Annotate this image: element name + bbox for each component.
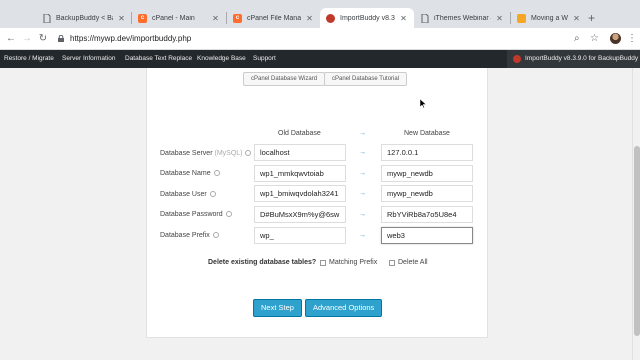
tab-title: iThemes Webinar – Ju [434, 14, 491, 22]
cpanel-database-tutorial-button[interactable]: cPanel Database Tutorial [324, 72, 408, 86]
info-icon[interactable] [212, 232, 219, 238]
lock-icon [58, 35, 64, 42]
importbuddy-logo-icon [513, 55, 521, 63]
importbuddy-icon [326, 13, 335, 23]
tab-moving-website[interactable]: Moving a Website wi ✕ [511, 8, 587, 28]
delete-all-label[interactable]: Delete All [398, 259, 428, 266]
arrow-icon: → [359, 149, 366, 156]
star-icon[interactable]: ☆ [590, 33, 599, 45]
label-database-name: Database Name [160, 170, 220, 177]
new-database-name-input[interactable]: mywp_newdb [381, 165, 473, 182]
new-database-prefix-input[interactable]: web3 [381, 227, 473, 244]
delete-all-checkbox[interactable] [389, 260, 395, 266]
arrow-icon: → [359, 170, 366, 177]
zoom-icon[interactable]: ⌕ [574, 33, 580, 45]
importbuddy-menubar: Restore / Migrate Server Information Dat… [0, 50, 640, 68]
cpanel-icon: c [233, 13, 242, 23]
label-database-user: Database User [160, 191, 216, 198]
arrow-icon: → [359, 130, 366, 137]
brand-label: ImportBuddy v8.3.9.0 for BackupBuddy [525, 55, 639, 62]
scrollbar-thumb[interactable] [634, 146, 640, 336]
page-icon [420, 13, 429, 23]
cpanel-database-wizard-button[interactable]: cPanel Database Wizard [243, 72, 326, 86]
info-icon[interactable] [213, 170, 220, 176]
tab-importbuddy[interactable]: ImportBuddy v8.3.9 ✕ [320, 8, 414, 28]
page-icon [42, 13, 51, 23]
next-step-button[interactable]: Next Step [253, 299, 302, 317]
label-database-server: Database Server (MySQL) [160, 150, 252, 157]
close-icon[interactable]: ✕ [117, 14, 126, 23]
old-database-server-field[interactable]: localhost [254, 144, 346, 161]
back-icon[interactable]: ← [5, 33, 17, 45]
database-settings-panel: cPanel Database Wizard cPanel Database T… [146, 68, 488, 338]
menu-support[interactable]: Support [253, 50, 276, 68]
arrow-icon: → [359, 211, 366, 218]
menu-server-information[interactable]: Server Information [62, 50, 115, 68]
importbuddy-brand: ImportBuddy v8.3.9.0 for BackupBuddy [507, 50, 640, 68]
new-database-header: New Database [404, 130, 450, 137]
arrow-icon: → [359, 190, 366, 197]
browser-toolbar: ← → ↻ https://mywp.dev/importbuddy.php ⌕… [0, 28, 640, 50]
advanced-options-button[interactable]: Advanced Options [305, 299, 383, 317]
old-database-header: Old Database [278, 130, 321, 137]
tab-cpanel-main[interactable]: c cPanel - Main ✕ [132, 8, 226, 28]
bookmark-icon [517, 13, 526, 23]
address-bar[interactable]: https://mywp.dev/importbuddy.php [70, 34, 191, 43]
old-database-prefix-field[interactable]: wp_ [254, 227, 346, 244]
tab-title: cPanel - Main [152, 14, 195, 22]
matching-prefix-label[interactable]: Matching Prefix [329, 259, 377, 266]
close-icon[interactable]: ✕ [211, 14, 220, 23]
avatar[interactable] [610, 33, 621, 44]
delete-tables-label: Delete existing database tables? [208, 259, 317, 266]
menu-knowledge-base[interactable]: Knowledge Base [197, 50, 246, 68]
matching-prefix-checkbox[interactable] [320, 260, 326, 266]
new-database-user-input[interactable]: mywp_newdb [381, 185, 473, 202]
info-icon[interactable] [209, 191, 216, 197]
tab-backupbuddy[interactable]: BackupBuddy < Back ✕ [36, 8, 132, 28]
browser-tabstrip: BackupBuddy < Back ✕ c cPanel - Main ✕ c… [0, 0, 640, 28]
reload-icon[interactable]: ↻ [37, 33, 49, 45]
tab-title: BackupBuddy < Back [56, 14, 113, 22]
scrollbar[interactable] [632, 68, 640, 360]
close-icon[interactable]: ✕ [495, 14, 504, 23]
old-database-user-field[interactable]: wp1_bmiwqvdolah3241 [254, 185, 346, 202]
close-icon[interactable]: ✕ [572, 14, 581, 23]
tab-title: ImportBuddy v8.3.9 [340, 14, 395, 22]
menu-restore-migrate[interactable]: Restore / Migrate [4, 50, 54, 68]
new-database-server-input[interactable]: 127.0.0.1 [381, 144, 473, 161]
close-icon[interactable]: ✕ [305, 14, 314, 23]
arrow-icon: → [359, 232, 366, 239]
tab-title: cPanel File Manager [247, 14, 301, 22]
tab-cpanel-file-manager[interactable]: c cPanel File Manager ✕ [227, 8, 320, 28]
tab-title: Moving a Website wi [531, 14, 568, 22]
menu-database-text-replace[interactable]: Database Text Replace [125, 50, 192, 68]
old-database-name-field[interactable]: wp1_mmkqwvtoiab [254, 165, 346, 182]
page-body: cPanel Database Wizard cPanel Database T… [0, 68, 640, 360]
close-icon[interactable]: ✕ [399, 14, 408, 23]
new-tab-button[interactable]: + [588, 12, 595, 24]
menu-icon[interactable]: ⋮ [627, 33, 637, 45]
new-database-password-input[interactable]: RbYViRb8a7o5U8e4 [381, 206, 473, 223]
info-icon[interactable] [245, 150, 252, 156]
mouse-cursor-icon [420, 99, 426, 108]
forward-icon[interactable]: → [21, 33, 33, 45]
cpanel-icon: c [138, 13, 147, 23]
label-database-prefix: Database Prefix [160, 232, 219, 239]
old-database-password-field[interactable]: D#BuMsxX9m%y@6sw [254, 206, 346, 223]
tab-ithemes-webinar[interactable]: iThemes Webinar – Ju ✕ [414, 8, 510, 28]
info-icon[interactable] [225, 211, 232, 217]
label-database-password: Database Password [160, 211, 232, 218]
